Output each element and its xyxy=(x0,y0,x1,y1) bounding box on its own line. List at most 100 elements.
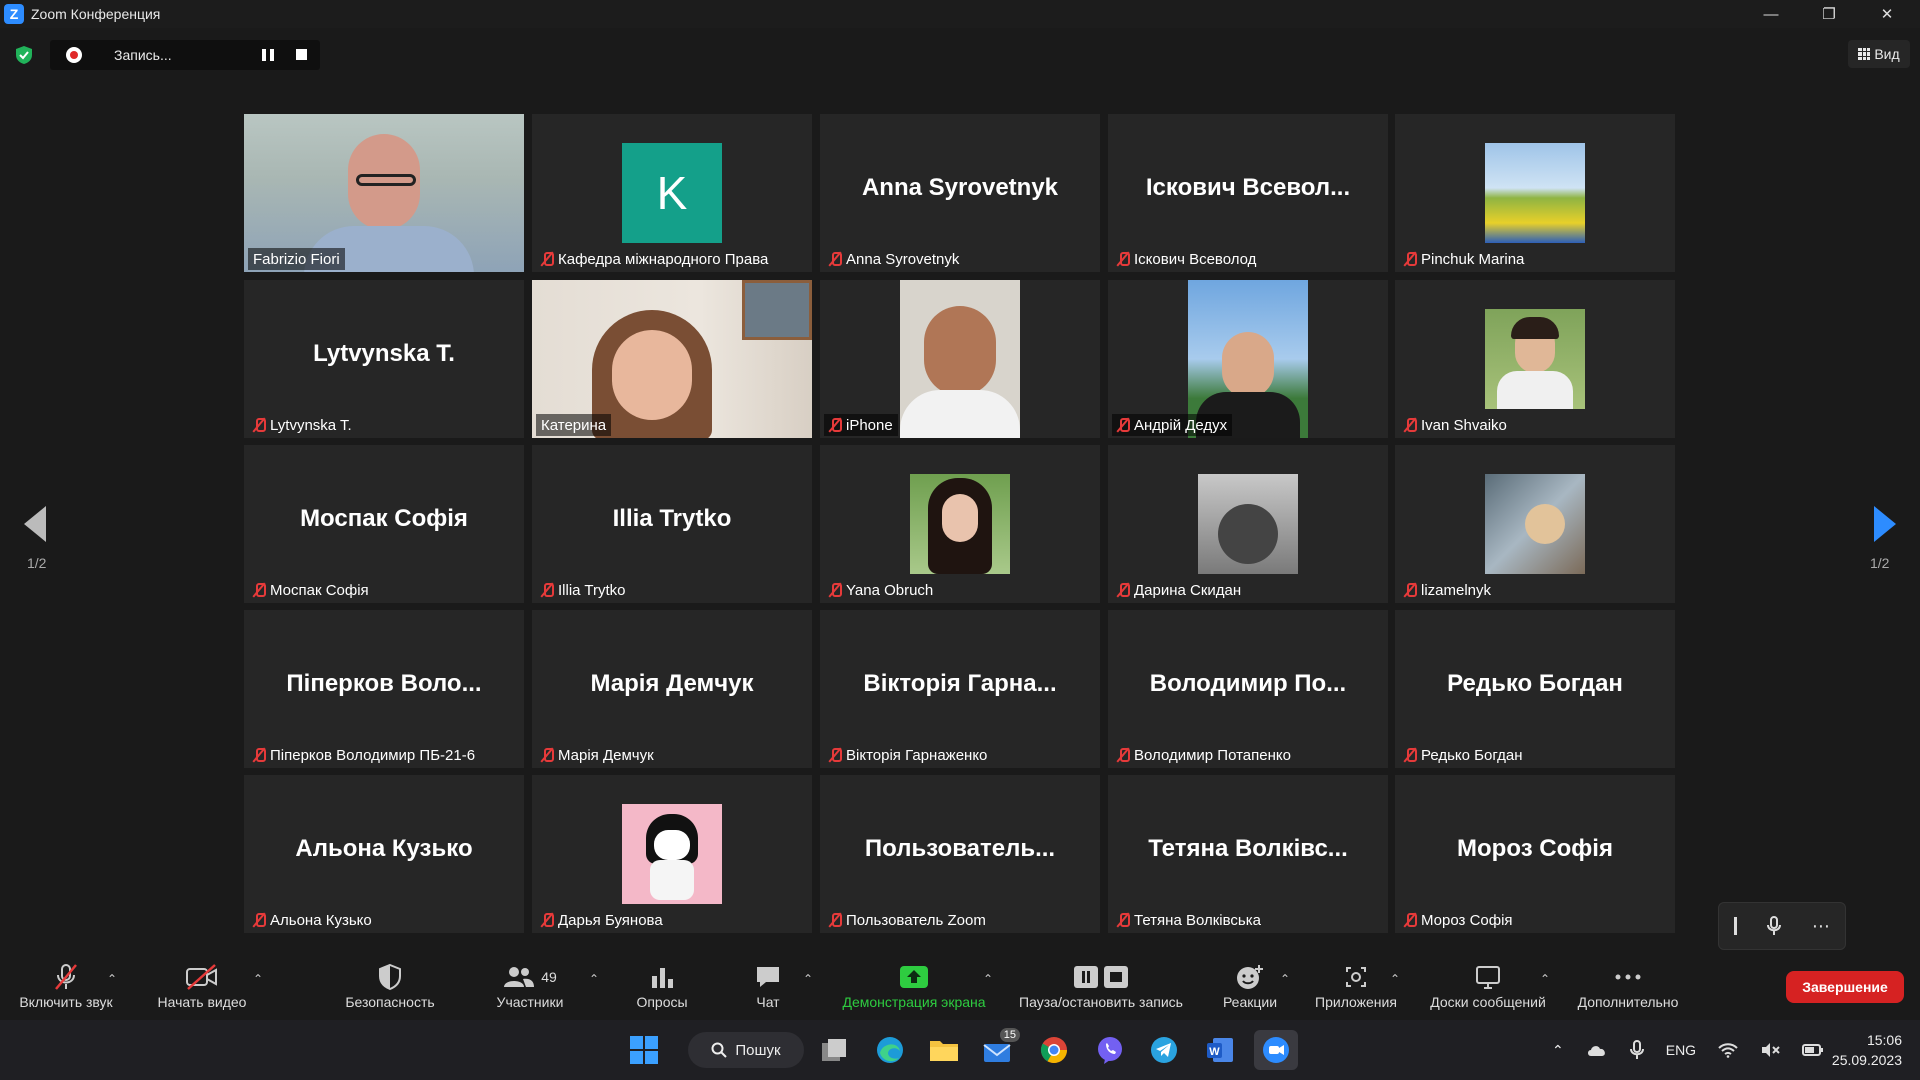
participant-tile[interactable]: Катерина xyxy=(532,280,812,438)
pause-recording-button[interactable] xyxy=(262,49,274,61)
participant-tile[interactable]: Володимир По... Володимир Потапенко xyxy=(1108,610,1388,768)
participant-tile[interactable]: iPhone xyxy=(820,280,1100,438)
participant-tile[interactable]: Мороз Софія Мороз Софія xyxy=(1395,775,1675,933)
ellipsis-icon xyxy=(1615,974,1641,980)
participant-name-label: lizamelnyk xyxy=(1399,579,1496,601)
input-language[interactable]: ENG xyxy=(1666,1042,1696,1058)
chat-button[interactable]: Чат xyxy=(728,950,808,1020)
participants-button[interactable]: 49 Участники xyxy=(486,950,574,1020)
participant-name: iPhone xyxy=(846,416,893,434)
participant-name: Lytvynska T. xyxy=(270,416,352,434)
more-options-icon[interactable]: ⋯ xyxy=(1812,916,1830,937)
reactions-label: Реакции xyxy=(1222,994,1278,1010)
participant-tile[interactable]: Моспак Софія Моспак Софія xyxy=(244,445,524,603)
start-video-button[interactable]: Начать видео xyxy=(150,950,254,1020)
edge-browser-icon[interactable] xyxy=(870,1030,910,1070)
participant-tile[interactable]: Тетяна Волківс... Тетяна Волківська xyxy=(1108,775,1388,933)
zoom-app-icon[interactable] xyxy=(1254,1030,1298,1070)
onedrive-cloud-icon[interactable] xyxy=(1586,1043,1608,1057)
apps-options-caret-icon[interactable]: ⌃ xyxy=(1390,972,1400,986)
wifi-icon[interactable] xyxy=(1718,1042,1738,1058)
reactions-button[interactable]: Реакции xyxy=(1210,950,1290,1020)
share-screen-button[interactable]: Демонстрация экрана xyxy=(832,950,996,1020)
next-page-arrow-icon[interactable] xyxy=(1874,506,1896,542)
security-shield-icon[interactable] xyxy=(14,45,34,65)
windows-start-icon[interactable] xyxy=(624,1030,664,1070)
whiteboards-options-caret-icon[interactable]: ⌃ xyxy=(1540,972,1550,986)
participant-tile[interactable]: Illia Trytko Illia Trytko xyxy=(532,445,812,603)
participant-name: Дарина Скидан xyxy=(1134,581,1242,599)
muted-microphone-icon xyxy=(1404,417,1417,433)
close-button[interactable]: ✕ xyxy=(1864,0,1910,28)
participant-tile[interactable]: Дарина Скидан xyxy=(1108,445,1388,603)
muted-microphone-icon xyxy=(541,912,554,928)
tray-microphone-icon[interactable] xyxy=(1629,1040,1644,1060)
share-screen-label: Демонстрация экрана xyxy=(842,994,986,1010)
show-hidden-icons-chevron-icon[interactable]: ⌃ xyxy=(1552,1042,1564,1059)
whiteboards-button[interactable]: Доски сообщений xyxy=(1418,950,1558,1020)
polls-button[interactable]: Опросы xyxy=(620,950,704,1020)
participant-tile[interactable]: Yana Obruch xyxy=(820,445,1100,603)
participant-tile[interactable]: Іскович Всевол... Іскович Всеволод xyxy=(1108,114,1388,272)
viber-icon[interactable] xyxy=(1090,1030,1130,1070)
unmute-button[interactable]: Включить звук xyxy=(12,950,120,1020)
participant-tile[interactable]: Fabrizio Fiori xyxy=(244,114,524,272)
participant-name-label: Дарина Скидан xyxy=(1112,579,1246,601)
participant-tile[interactable]: Піперков Воло... Піперков Володимир ПБ-21… xyxy=(244,610,524,768)
participant-tile[interactable]: Anna Syrovetnyk Anna Syrovetnyk xyxy=(820,114,1100,272)
participant-tile[interactable]: Pinchuk Marina xyxy=(1395,114,1675,272)
chat-options-caret-icon[interactable]: ⌃ xyxy=(803,972,813,986)
participant-tile[interactable]: Марія Демчук Марія Демчук xyxy=(532,610,812,768)
reactions-options-caret-icon[interactable]: ⌃ xyxy=(1280,972,1290,986)
participant-tile[interactable]: Редько Богдан Редько Богдан xyxy=(1395,610,1675,768)
muted-microphone-icon xyxy=(1404,582,1417,598)
self-view-mini-bar[interactable]: ⋯ xyxy=(1718,902,1846,950)
muted-microphone-icon xyxy=(829,251,842,267)
apps-label: Приложения xyxy=(1315,994,1397,1010)
smiley-add-icon xyxy=(1237,965,1263,989)
mail-icon[interactable]: 15 xyxy=(978,1028,1020,1070)
minimize-button[interactable]: — xyxy=(1748,0,1794,28)
participant-name: Андрій Дедух xyxy=(1134,416,1228,434)
participant-tile[interactable]: Альона Кузько Альона Кузько xyxy=(244,775,524,933)
participant-name: Марія Демчук xyxy=(558,746,654,764)
speaker-muted-icon[interactable] xyxy=(1760,1042,1780,1058)
self-view-toggle-icon[interactable] xyxy=(1734,917,1738,935)
file-explorer-icon[interactable] xyxy=(924,1030,964,1070)
participant-tile[interactable]: Lytvynska T. Lytvynska T. xyxy=(244,280,524,438)
stop-recording-button[interactable] xyxy=(296,49,307,60)
restore-button[interactable]: ❐ xyxy=(1806,0,1852,28)
participant-tile[interactable]: K Кафедра міжнародного Права xyxy=(532,114,812,272)
word-icon[interactable]: W xyxy=(1200,1030,1240,1070)
profile-picture xyxy=(1485,474,1585,574)
participants-options-caret-icon[interactable]: ⌃ xyxy=(589,972,599,986)
participant-tile[interactable]: Пользователь... Пользователь Zoom xyxy=(820,775,1100,933)
chrome-icon[interactable] xyxy=(1034,1030,1074,1070)
telegram-icon[interactable] xyxy=(1144,1030,1184,1070)
participant-display-name: Моспак Софія xyxy=(300,505,468,532)
participant-tile[interactable]: lizamelnyk xyxy=(1395,445,1675,603)
security-button[interactable]: Безопасность xyxy=(340,950,440,1020)
participant-tile[interactable]: Дарья Буянова xyxy=(532,775,812,933)
taskbar-search[interactable]: Пошук xyxy=(688,1032,804,1068)
muted-microphone-icon xyxy=(829,582,842,598)
microphone-icon[interactable] xyxy=(1767,916,1782,936)
share-options-caret-icon[interactable]: ⌃ xyxy=(983,972,993,986)
battery-icon[interactable] xyxy=(1802,1042,1824,1058)
participant-name-label: Альона Кузько xyxy=(248,909,377,931)
participant-tile[interactable]: Ivan Shvaiko xyxy=(1395,280,1675,438)
end-meeting-button[interactable]: Завершение xyxy=(1786,971,1904,1003)
system-clock[interactable]: 15:06 25.09.2023 xyxy=(1822,1030,1902,1070)
task-view-icon[interactable] xyxy=(814,1030,854,1070)
pause-stop-recording-button[interactable]: Пауза/остановить запись xyxy=(1010,950,1192,1020)
view-button[interactable]: Вид xyxy=(1848,40,1910,68)
audio-options-caret-icon[interactable]: ⌃ xyxy=(107,972,117,986)
previous-page-arrow-icon[interactable] xyxy=(24,506,46,542)
whiteboard-icon xyxy=(1476,966,1500,989)
video-options-caret-icon[interactable]: ⌃ xyxy=(253,972,263,986)
muted-microphone-icon xyxy=(1117,251,1130,267)
participant-tile[interactable]: Вікторія Гарна... Вікторія Гарнаженко xyxy=(820,610,1100,768)
muted-microphone-icon xyxy=(55,964,77,990)
participant-tile[interactable]: Андрій Дедух xyxy=(1108,280,1388,438)
more-button[interactable]: Дополнительно xyxy=(1570,950,1686,1020)
